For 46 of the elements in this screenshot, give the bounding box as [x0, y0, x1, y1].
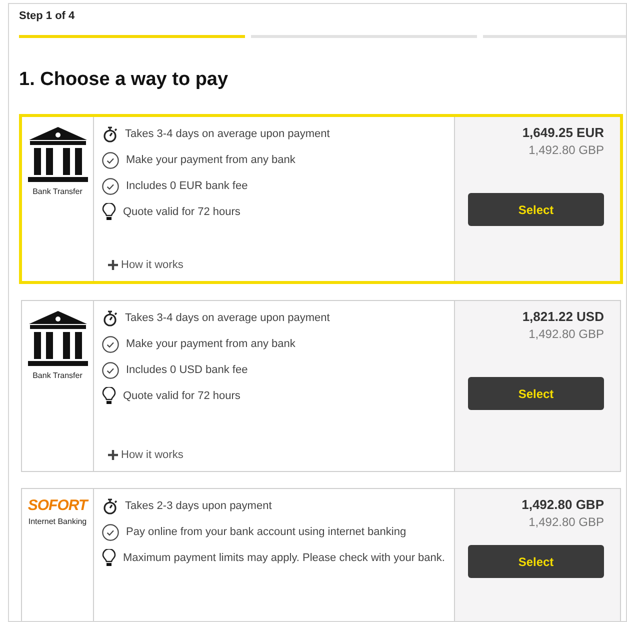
- select-button[interactable]: Select: [468, 545, 604, 578]
- lightbulb-icon: [102, 549, 116, 567]
- converted-price: 1,492.80 GBP: [528, 326, 604, 342]
- lightbulb-icon: [102, 203, 116, 221]
- sofort-logo: SOFORT: [28, 497, 88, 515]
- page-heading: 1. Choose a way to pay: [19, 68, 230, 92]
- check-circle-icon: [102, 336, 119, 352]
- how-it-works-link[interactable]: How it works: [108, 446, 184, 463]
- check-circle-icon: [102, 152, 119, 168]
- select-button[interactable]: Select: [468, 193, 604, 226]
- check-circle-icon: [102, 362, 119, 378]
- check-circle-icon: [102, 524, 119, 540]
- bank-icon: [26, 311, 88, 367]
- price: 1,492.80 GBP: [522, 497, 604, 513]
- method-label: Bank Transfer: [32, 371, 82, 381]
- price: 1,649.25 EUR: [522, 125, 604, 141]
- plus-icon: [108, 450, 118, 460]
- payment-option-card[interactable]: Bank Transfer Takes 3-4 days on average upon payment Make your payment from any bank Includes 0 EUR bank fee Quote valid for 72 hours How it works 1,649.25 EUR 1,492.80 GBP Select: [19, 114, 623, 284]
- payment-option-card[interactable]: [21, 488, 621, 621]
- feature-text: Make your payment from any bank: [126, 338, 296, 350]
- method-label: Bank Transfer: [32, 187, 82, 197]
- converted-price: 1,492.80 GBP: [528, 142, 604, 158]
- feature-text: Takes 3-4 days on average upon payment: [125, 312, 330, 324]
- check-circle-icon: [102, 178, 119, 194]
- feature-text: Make your payment from any bank: [126, 154, 296, 166]
- plus-icon: [108, 260, 118, 270]
- feature-text: Quote valid for 72 hours: [123, 390, 240, 402]
- converted-price: 1,492.80 GBP: [528, 514, 604, 530]
- feature-text: Pay online from your bank account using internet banking: [126, 526, 406, 538]
- feature-text: Maximum payment limits may apply. Please check with your bank.: [123, 552, 445, 564]
- feature-text: Quote valid for 72 hours: [123, 206, 240, 218]
- feature-text: Includes 0 EUR bank fee: [126, 180, 248, 192]
- lightbulb-icon: [102, 387, 116, 405]
- bank-icon: [26, 127, 88, 183]
- how-it-works-link[interactable]: How it works: [108, 256, 184, 273]
- method-label: Internet Banking: [28, 517, 87, 527]
- stopwatch-icon: [102, 126, 118, 142]
- step-label: Step 1 of 4: [19, 9, 76, 23]
- feature-text: Takes 3-4 days on average upon payment: [125, 128, 330, 140]
- select-button[interactable]: Select: [468, 377, 604, 410]
- stopwatch-icon: [102, 498, 118, 514]
- payment-option-card[interactable]: Bank Transfer Takes 3-4 days on average upon payment Make your payment from any bank Includes 0 USD bank fee Quote valid for 72 hours How it works 1,821.22 USD 1,492.80 GBP Select: [21, 300, 621, 472]
- feature-text: Includes 0 USD bank fee: [126, 364, 248, 376]
- stopwatch-icon: [102, 310, 118, 326]
- feature-text: Takes 2-3 days upon payment: [125, 500, 272, 512]
- price: 1,821.22 USD: [522, 309, 604, 325]
